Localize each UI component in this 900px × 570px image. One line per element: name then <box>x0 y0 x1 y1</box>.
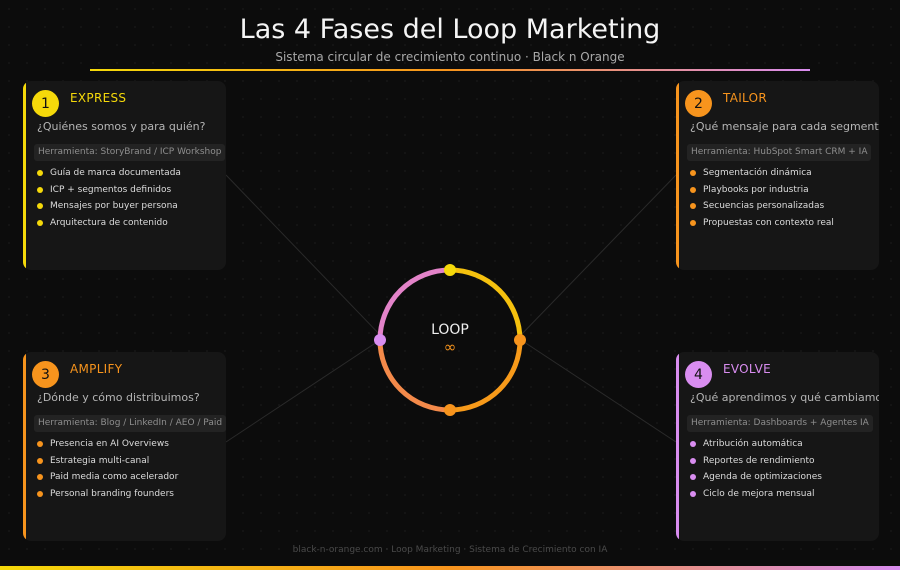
bullet-dot-icon <box>690 170 696 177</box>
list-item: Secuencias personalizadas <box>690 198 834 215</box>
bullet-dot-icon <box>37 186 43 193</box>
list-item: Presencia en AI Overviews <box>37 436 178 453</box>
phase-card-express: 1 EXPRESS ¿Quiénes somos y para quién? H… <box>23 81 226 270</box>
phase-tool-tag: Herramienta: Dashboards + Agentes IA <box>687 415 873 432</box>
phase-name: TAILOR <box>723 91 767 105</box>
phase-card-evolve: 4 EVOLVE ¿Qué aprendimos y qué cambiamos… <box>676 352 879 541</box>
list-item: ICP + segmentos definidos <box>37 182 181 199</box>
list-item: Reportes de rendimiento <box>690 453 822 470</box>
list-item: Playbooks por industria <box>690 182 834 199</box>
phase-name: AMPLIFY <box>70 362 123 376</box>
bullet-dot-icon <box>690 474 696 481</box>
bullet-dot-icon <box>37 474 43 481</box>
bottom-gradient-bar <box>0 566 900 570</box>
phase-tool-tag: Herramienta: Blog / LinkedIn / AEO / Pai… <box>34 415 226 432</box>
bullet-dot-icon <box>690 203 696 210</box>
bullet-dot-icon <box>37 457 43 464</box>
phase-number-badge: 2 <box>685 90 712 117</box>
ring-node-amplify <box>444 404 456 416</box>
card-accent-bar <box>676 81 679 270</box>
bullet-dot-icon <box>37 170 43 177</box>
phase-question: ¿Qué aprendimos y qué cambiamos? <box>690 391 879 404</box>
bullet-dot-icon <box>690 441 696 448</box>
bullet-dot-icon <box>690 490 696 497</box>
card-accent-bar <box>23 81 26 270</box>
infinity-icon: ∞ <box>443 338 457 356</box>
list-item: Paid media como acelerador <box>37 469 178 486</box>
phase-tool-tag: Herramienta: StoryBrand / ICP Workshop <box>34 144 226 161</box>
bullet-dot-icon <box>690 186 696 193</box>
phase-tool-tag: Herramienta: HubSpot Smart CRM + IA <box>687 144 872 161</box>
list-item: Arquitectura de contenido <box>37 215 181 232</box>
footer-text: black-n-orange.com · Loop Marketing · Si… <box>292 545 608 555</box>
bullet-dot-icon <box>37 203 43 210</box>
deliverables-list: Segmentación dinámica Playbooks por indu… <box>690 165 834 231</box>
loop-label: LOOP <box>431 322 469 338</box>
phase-card-tailor: 2 TAILOR ¿Qué mensaje para cada segmento… <box>676 81 879 270</box>
bullet-dot-icon <box>37 441 43 448</box>
phase-question: ¿Quiénes somos y para quién? <box>37 120 206 133</box>
deliverables-list: Presencia en AI Overviews Estrategia mul… <box>37 436 178 502</box>
bullet-dot-icon <box>37 219 43 226</box>
phase-name: EVOLVE <box>723 362 771 376</box>
list-item: Agenda de optimizaciones <box>690 469 822 486</box>
bullet-dot-icon <box>37 490 43 497</box>
deliverables-list: Guía de marca documentada ICP + segmento… <box>37 165 181 231</box>
phase-name: EXPRESS <box>70 91 127 105</box>
ring-node-express <box>444 264 456 276</box>
deliverables-list: Atribución automática Reportes de rendim… <box>690 436 822 502</box>
phase-card-amplify: 3 AMPLIFY ¿Dónde y cómo distribuimos? He… <box>23 352 226 541</box>
phase-question: ¿Dónde y cómo distribuimos? <box>37 391 200 404</box>
connector-line-2 <box>517 174 677 339</box>
card-accent-bar <box>676 352 679 541</box>
phase-number-badge: 4 <box>685 361 712 388</box>
bullet-dot-icon <box>690 457 696 464</box>
connector-line-1 <box>225 174 384 339</box>
list-item: Atribución automática <box>690 436 822 453</box>
list-item: Personal branding founders <box>37 486 178 503</box>
list-item: Propuestas con contexto real <box>690 215 834 232</box>
bullet-dot-icon <box>690 219 696 226</box>
phase-number-badge: 3 <box>32 361 59 388</box>
list-item: Segmentación dinámica <box>690 165 834 182</box>
list-item: Guía de marca documentada <box>37 165 181 182</box>
list-item: Mensajes por buyer persona <box>37 198 181 215</box>
card-accent-bar <box>23 352 26 541</box>
phase-number-badge: 1 <box>32 90 59 117</box>
phase-question: ¿Qué mensaje para cada segmento? <box>690 120 879 133</box>
list-item: Estrategia multi-canal <box>37 453 178 470</box>
list-item: Ciclo de mejora mensual <box>690 486 822 503</box>
